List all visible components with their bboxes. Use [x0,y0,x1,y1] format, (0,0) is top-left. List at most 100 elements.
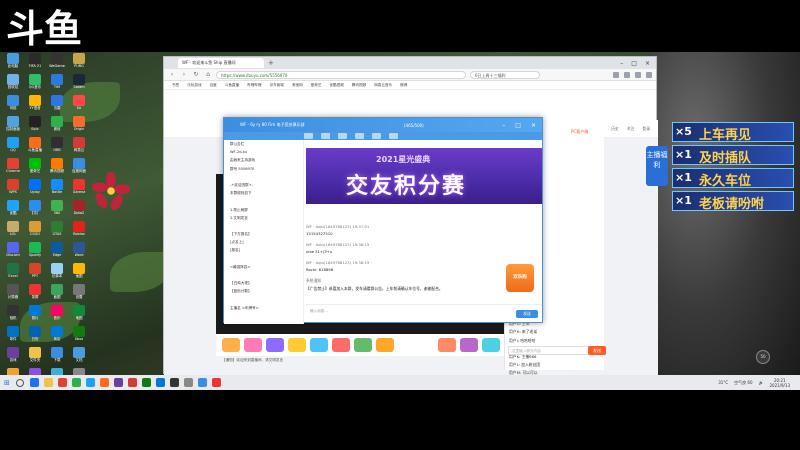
gift-item[interactable] [460,338,478,352]
desktop-icon[interactable]: GTA5 [46,220,68,241]
desktop-icon[interactable]: EA [68,94,90,115]
bookmark-link[interactable]: 爱奇艺 [311,83,322,88]
desktop-icon[interactable]: Epic [24,115,46,136]
desktop-icon[interactable]: 钉钉 [24,199,46,220]
taskbar-app-icon[interactable] [29,378,39,387]
desktop-icon[interactable]: Origin [68,115,90,136]
desktop-icon[interactable]: QQ [2,136,24,157]
desktop-icon[interactable]: 记事本 [46,262,68,283]
desktop-icon[interactable]: 录屏 [24,283,46,304]
gift-item[interactable] [288,338,306,352]
desktop-icon[interactable]: 设置 [68,283,90,304]
qq-maximize-icon[interactable]: □ [515,122,521,129]
bookmark-link[interactable]: 微博 [400,83,407,88]
minimize-icon[interactable]: – [620,60,623,67]
desktop-icon[interactable]: WPS [2,178,24,199]
qq-tab-icon[interactable] [355,133,364,139]
qq-tab-icon[interactable] [304,133,313,139]
bookmark-link[interactable]: 乐玩游戏 [187,83,201,88]
bookmark-link[interactable]: 优酷视频 [329,83,343,88]
zoom-indicator[interactable]: 50 [756,350,770,364]
gift-item[interactable] [438,338,456,352]
extension-icon[interactable] [613,71,619,78]
chat-input[interactable]: 这里输入聊天内容 [508,346,592,355]
desktop-icon[interactable]: 此电脑 [2,52,24,73]
desktop-icon[interactable]: 照片 [24,304,46,325]
bookmark-link[interactable]: 百度 [210,83,217,88]
desktop-icon[interactable]: 控制面板 [2,115,24,136]
gift-item[interactable] [222,338,240,352]
taskbar-app-icon[interactable] [43,378,53,387]
desktop-icon[interactable]: TIM [46,73,68,94]
desktop-icon[interactable]: Chrome [2,157,24,178]
menu-icon[interactable] [646,71,652,78]
bookmark-link[interactable]: 京东商城 [270,83,284,88]
desktop-icon[interactable]: PUBG [68,52,90,73]
qq-compose-input[interactable]: 输入消息... [306,305,542,314]
desktop-icon[interactable]: 百度网盘 [68,157,90,178]
qq-tab-icon[interactable] [372,133,381,139]
bookmark-link[interactable]: 哔哩哔哩 [247,83,261,88]
gift-item[interactable] [244,338,262,352]
taskbar-app-icon[interactable] [211,378,221,387]
new-tab-icon[interactable]: + [268,59,274,67]
bookmark-link[interactable]: 斗鱼直播 [225,83,239,88]
home-icon[interactable]: ⌂ [204,71,212,78]
taskbar-app-icon[interactable] [141,378,151,387]
qq-tab-icon[interactable] [321,133,330,139]
desktop-icon[interactable]: 网易云 [68,136,90,157]
qq-minimize-icon[interactable]: – [502,122,505,129]
desktop-icon[interactable]: 斗鱼直播 [24,136,46,157]
desktop-icon[interactable]: 画图 [68,262,90,283]
desktop-icon[interactable]: 日历 [24,325,46,346]
volume-icon[interactable]: 🔊 [759,380,764,385]
desktop-icon[interactable]: 相机 [2,304,24,325]
event-banner[interactable]: 2021星光盛典 交友积分赛 [306,148,542,204]
browser-tab[interactable]: WF - 欢迎来斗鱼 Ship 直播间 [178,58,264,68]
desktop-icon[interactable]: Spotify [24,241,46,262]
taskbar-app-icon[interactable] [99,378,109,387]
taskbar-app-icon[interactable] [113,378,123,387]
desktop-icon[interactable]: 截图 [46,283,68,304]
qq-tab-icon[interactable] [389,133,398,139]
bookmark-link[interactable]: 网易云音乐 [374,83,392,88]
desktop-icon[interactable]: YY语音 [24,94,46,115]
qq-send-button[interactable]: 发送 [516,310,538,318]
desktop-icon[interactable]: Battle [46,178,68,199]
gift-item[interactable] [266,338,284,352]
desktop-icon[interactable]: Roblox [68,220,90,241]
desktop-icon[interactable]: 360 [46,199,68,220]
clock[interactable]: 20:21 2021/9/13 [769,378,790,388]
taskbar-app-icon[interactable] [127,378,137,387]
desktop-icon[interactable]: Edge [46,241,68,262]
desktop-icon[interactable]: 优酷 [2,199,24,220]
gift-item[interactable] [332,338,350,352]
taskbar-app-icon[interactable] [169,378,179,387]
desktop-icon[interactable]: FIFA 21 [24,52,46,73]
desktop-icon[interactable]: 游戏 [2,346,24,367]
chat-send-button[interactable]: 发送 [588,346,606,355]
gift-item[interactable] [482,338,500,352]
history-icon[interactable] [635,71,641,78]
desktop-icon[interactable]: Word [68,241,90,262]
desktop-icon[interactable]: Uplay [24,178,46,199]
desktop-icon[interactable]: 商店 [46,325,68,346]
gift-item[interactable] [354,338,372,352]
desktop-icon[interactable]: PPT [24,262,46,283]
desktop-icon[interactable]: Discord [2,241,24,262]
desktop-icon[interactable]: 爱奇艺 [24,157,46,178]
back-icon[interactable]: ‹ [168,71,176,78]
desktop-icon[interactable]: 迅雷 [46,94,68,115]
desktop-icon[interactable]: CSGO [24,220,46,241]
desktop-icon[interactable]: 计算器 [2,283,24,304]
start-icon[interactable]: ⊞ [4,379,10,387]
desktop-icon[interactable]: 网络 [2,94,24,115]
desktop-icon[interactable]: 腾讯视频 [46,157,68,178]
maximize-icon[interactable]: □ [631,60,637,67]
taskbar-app-icon[interactable] [183,378,193,387]
desktop-icon[interactable]: 下载 [46,346,68,367]
desktop-icon[interactable]: QQ音乐 [24,73,46,94]
desktop-icon[interactable]: LOL [2,220,24,241]
forward-icon[interactable]: › [180,71,188,78]
desktop-icon[interactable]: 文档 [68,346,90,367]
